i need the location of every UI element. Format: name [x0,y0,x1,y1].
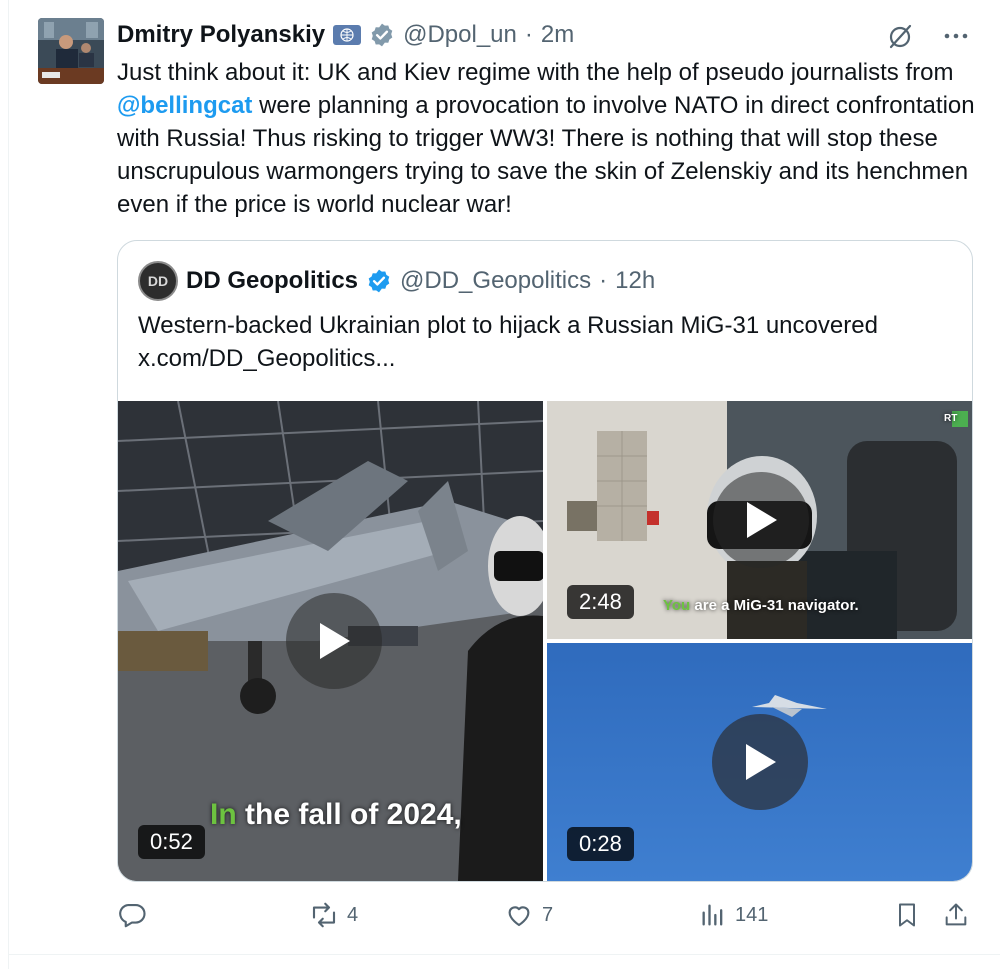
play-icon [320,623,350,659]
bookmark-icon [899,903,915,927]
repost-icon [312,902,336,928]
quote-avatar[interactable]: DD [138,261,178,301]
video-caption: In the fall of 2024, [210,798,462,832]
reply-button[interactable] [117,900,155,930]
grok-icon[interactable] [886,22,914,50]
timestamp[interactable]: 2m [541,21,574,49]
video-duration: 2:48 [567,585,634,619]
play-icon [746,744,776,780]
share-icon [945,903,967,926]
video-tile[interactable]: 0:28 [547,643,972,881]
tweet-header: Dmitry Polyanskiy @Dpol_un · 2m [117,18,574,52]
quote-author-handle[interactable]: @DD_Geopolitics [400,267,591,295]
action-bar: 4 7 141 [117,900,977,938]
bookmark-button[interactable] [893,900,921,930]
play-button[interactable] [713,472,809,568]
quote-author-name[interactable]: DD Geopolitics [186,267,358,295]
mention-link[interactable]: @bellingcat [117,92,252,119]
video-tile[interactable]: In the fall of 2024, 0:52 [118,401,543,881]
views-button[interactable]: 141 [699,900,768,930]
caption-highlight: In [210,798,237,831]
author-name[interactable]: Dmitry Polyanskiy [117,21,325,49]
divider [8,954,1000,955]
like-button[interactable]: 7 [504,900,553,930]
play-button[interactable] [712,714,808,810]
video-caption: You are a MiG-31 navigator. [663,597,859,614]
tweet-text-part: Just think about it: UK and Kiev regime … [117,59,954,86]
reply-icon [119,903,146,928]
video-duration: 0:28 [567,827,634,861]
repost-count: 4 [347,903,359,926]
avatar[interactable] [38,18,104,84]
quote-link[interactable]: x.com/DD_Geopolitics... [138,342,958,375]
quote-body: Western-backed Ukrainian plot to hijack … [138,312,878,339]
share-button[interactable] [942,900,970,930]
views-icon [702,904,723,926]
play-icon [747,502,777,538]
quote-header: DD DD Geopolitics @DD_Geopolitics · 12h [138,261,655,301]
separator-dot: · [599,267,608,294]
video-duration: 0:52 [138,825,205,859]
like-count: 7 [542,903,554,926]
caption-text: the fall of 2024, [236,798,462,831]
caption-text: are a MiG-31 navigator. [690,597,859,614]
media-grid: In the fall of 2024, 0:52 RT You are a M… [118,401,972,881]
views-count: 141 [735,903,769,926]
tweet-text: Just think about it: UK and Kiev regime … [117,56,977,221]
rt-watermark: RT [944,413,958,424]
author-handle[interactable]: @Dpol_un [403,21,517,49]
un-affiliation-badge-icon[interactable] [333,25,362,45]
verified-check-icon[interactable] [369,22,395,48]
play-button[interactable] [286,593,382,689]
quote-text: Western-backed Ukrainian plot to hijack … [138,309,958,375]
separator-dot: · [524,21,533,48]
more-icon[interactable] [942,22,970,50]
caption-highlight: You [663,597,691,614]
repost-button[interactable]: 4 [309,900,358,930]
verified-check-icon[interactable] [366,268,392,294]
quoted-tweet[interactable]: DD DD Geopolitics @DD_Geopolitics · 12h … [117,240,973,882]
like-icon [508,906,530,927]
quote-timestamp[interactable]: 12h [615,267,655,295]
video-tile[interactable]: RT You are a MiG-31 navigator. 2:48 [547,401,972,639]
